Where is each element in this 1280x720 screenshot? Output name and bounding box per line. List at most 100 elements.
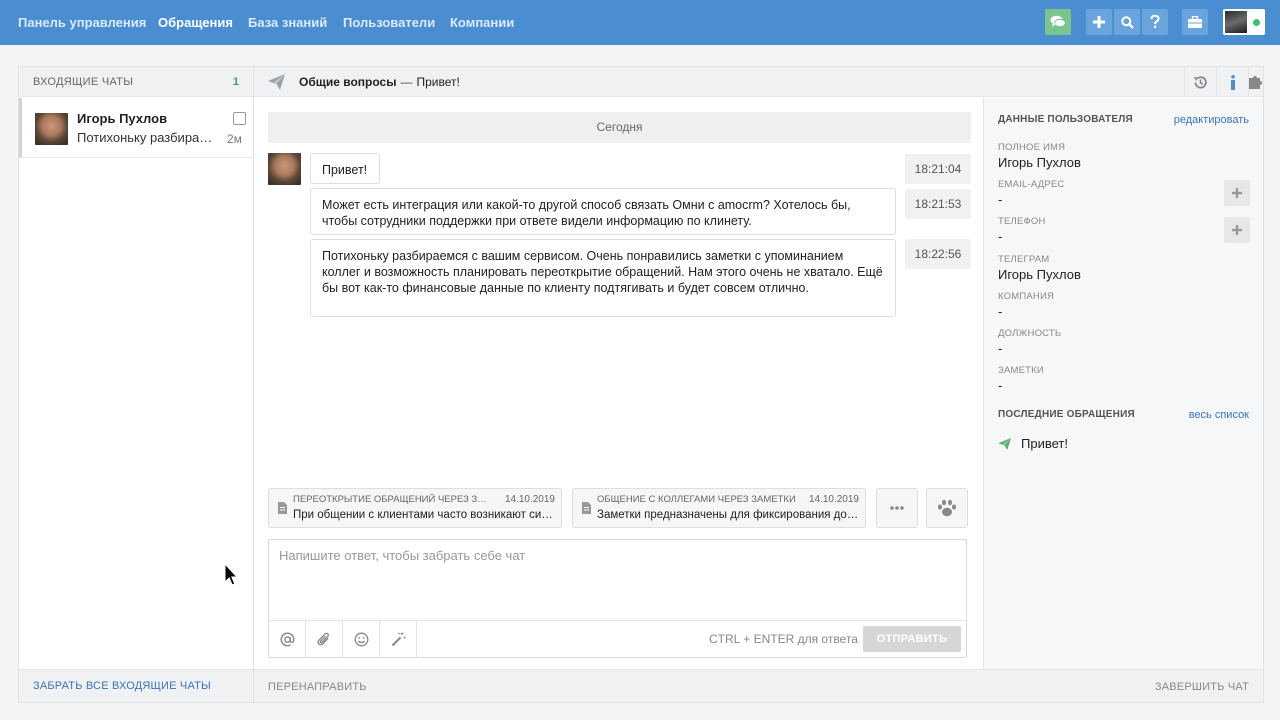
incoming-chats-count: 1 xyxy=(232,76,239,88)
plus-icon xyxy=(1093,16,1105,28)
day-divider: Сегодня xyxy=(268,112,971,143)
search-icon xyxy=(1120,15,1134,29)
chat-toggle-button[interactable] xyxy=(1045,9,1071,35)
recent-ticket-item[interactable]: Привет! xyxy=(998,436,1068,451)
field-label: ДОЛЖНОСТЬ xyxy=(998,328,1062,339)
recent-ticket-subject: Привет! xyxy=(1021,436,1068,451)
help-button[interactable] xyxy=(1142,9,1168,35)
template-date: 14.10.2019 xyxy=(808,494,859,505)
field-label: ПОЛНОЕ ИМЯ xyxy=(998,142,1066,153)
message-bubble: Потихоньку разбираемся с вашим сервисом.… xyxy=(310,239,896,317)
incoming-chats-panel: ВХОДЯЩИЕ ЧАТЫ 1 Игорь Пухлов Потихоньку … xyxy=(19,67,254,702)
field-value: - xyxy=(998,341,1003,356)
edit-user-link[interactable]: редактировать xyxy=(1174,114,1249,126)
paper-plane-icon xyxy=(998,437,1011,450)
field-value: - xyxy=(998,192,1003,207)
avatar xyxy=(1225,11,1247,33)
info-icon xyxy=(1230,74,1235,90)
incoming-chats-title: ВХОДЯЩИЕ ЧАТЫ xyxy=(33,76,134,88)
nav-dashboard[interactable]: Панель управления xyxy=(18,15,146,30)
ellipsis-icon xyxy=(890,506,904,510)
search-button[interactable] xyxy=(1114,9,1140,35)
template-title: ПЕРЕОТКРЫТИЕ ОБРАЩЕНИЙ ЧЕРЕЗ ЗА… xyxy=(293,494,493,505)
message-bubble: Может есть интеграция или какой-то друго… xyxy=(310,188,896,235)
send-button[interactable]: ОТПРАВИТЬ xyxy=(863,626,961,652)
chat-select-checkbox[interactable] xyxy=(233,112,246,125)
send-shortcut-hint: CTRL + ENTER для ответа xyxy=(709,632,858,646)
chat-time: 2м xyxy=(227,132,242,146)
info-button[interactable] xyxy=(1216,67,1248,97)
paw-button[interactable] xyxy=(926,488,968,528)
paper-plane-icon xyxy=(268,74,285,90)
close-chat-link[interactable]: ЗАВЕРШИТЬ ЧАТ xyxy=(1155,681,1249,693)
puzzle-icon xyxy=(1249,76,1262,89)
template-text: Заметки предназначены для фиксирования д… xyxy=(597,509,859,521)
attach-button[interactable] xyxy=(306,621,343,657)
field-value: - xyxy=(998,229,1003,244)
take-all-chats-link[interactable]: ЗАБРАТЬ ВСЕ ВХОДЯЩИЕ ЧАТЫ xyxy=(33,680,211,692)
workspace-button[interactable] xyxy=(1182,9,1208,35)
magic-wand-icon xyxy=(391,632,405,646)
message-time: 18:21:04 xyxy=(905,154,971,184)
history-icon xyxy=(1193,75,1207,89)
profile-menu[interactable] xyxy=(1223,9,1265,35)
at-icon xyxy=(280,631,295,646)
template-card[interactable]: ПЕРЕОТКРЫТИЕ ОБРАЩЕНИЙ ЧЕРЕЗ ЗА… 14.10.2… xyxy=(268,488,562,528)
field-label: ЗАМЕТКИ xyxy=(998,365,1044,376)
avatar xyxy=(35,113,68,145)
mouse-cursor-icon xyxy=(224,563,238,586)
field-value: - xyxy=(998,304,1003,319)
help-icon xyxy=(1150,15,1160,28)
paperclip-icon xyxy=(317,632,329,645)
paw-icon xyxy=(938,499,956,517)
reply-composer[interactable]: Напишите ответ, чтобы забрать себе чат C… xyxy=(268,539,967,658)
redirect-link[interactable]: ПЕРЕНАПРАВИТЬ xyxy=(268,681,367,693)
recent-tickets-title: ПОСЛЕДНИЕ ОБРАЩЕНИЯ xyxy=(998,409,1135,420)
field-label: EMAIL-АДРЕС xyxy=(998,179,1065,190)
nav-companies[interactable]: Компании xyxy=(450,15,514,30)
document-icon xyxy=(582,502,591,514)
conversation-channel: Общие вопросы xyxy=(299,75,397,89)
template-card[interactable]: ОБЩЕНИЕ С КОЛЛЕГАМИ ЧЕРЕЗ ЗАМЕТКИ 14.10.… xyxy=(572,488,866,528)
template-date: 14.10.2019 xyxy=(504,494,555,505)
nav-tickets[interactable]: Обращения xyxy=(158,15,233,30)
smile-icon xyxy=(354,632,368,646)
chat-contact-name: Игорь Пухлов xyxy=(77,111,168,126)
nav-knowledge-base[interactable]: База знаний xyxy=(248,15,327,30)
conversation-header: Общие вопросы — Привет! xyxy=(254,67,1263,97)
field-label: КОМПАНИЯ xyxy=(998,291,1055,302)
integrations-button[interactable] xyxy=(1248,67,1263,97)
message-bubble: Привет! xyxy=(310,153,380,184)
document-icon xyxy=(278,502,287,514)
reply-input-placeholder[interactable]: Напишите ответ, чтобы забрать себе чат xyxy=(279,548,525,563)
add-phone-button[interactable] xyxy=(1224,217,1250,243)
incoming-chats-header: ВХОДЯЩИЕ ЧАТЫ 1 xyxy=(19,67,253,97)
conversation-footer: ПЕРЕНАПРАВИТЬ ЗАВЕРШИТЬ ЧАТ xyxy=(254,669,1263,702)
composer-toolbar: CTRL + ENTER для ответа ОТПРАВИТЬ xyxy=(269,620,966,657)
nav-users[interactable]: Пользователи xyxy=(343,15,435,30)
all-tickets-link[interactable]: весь список xyxy=(1189,409,1249,421)
main-frame: ВХОДЯЩИЕ ЧАТЫ 1 Игорь Пухлов Потихоньку … xyxy=(18,66,1264,703)
add-email-button[interactable] xyxy=(1224,180,1250,206)
field-value: Игорь Пухлов xyxy=(998,267,1081,282)
field-label: ТЕЛЕГРАМ xyxy=(998,254,1050,265)
emoji-button[interactable] xyxy=(343,621,380,657)
template-text: При общении с клиентами часто возникают … xyxy=(293,509,555,521)
message-time: 18:22:56 xyxy=(905,239,971,269)
online-status-indicator xyxy=(1253,19,1260,26)
field-label: ТЕЛЕФОН xyxy=(998,216,1046,227)
user-details-panel: ДАННЫЕ ПОЛЬЗОВАТЕЛЯ редактировать ПОЛНОЕ… xyxy=(983,98,1263,669)
mention-button[interactable] xyxy=(269,621,306,657)
template-title: ОБЩЕНИЕ С КОЛЛЕГАМИ ЧЕРЕЗ ЗАМЕТКИ xyxy=(597,494,796,505)
field-value: Игорь Пухлов xyxy=(998,155,1081,170)
conversation-subject: Привет! xyxy=(416,75,460,89)
plus-icon xyxy=(1232,188,1242,198)
more-templates-button[interactable] xyxy=(876,488,918,528)
title-separator: — xyxy=(400,75,413,89)
chat-list-item[interactable]: Игорь Пухлов Потихоньку разбирае… 2м xyxy=(19,98,253,158)
top-navigation-bar: Панель управления Обращения База знаний … xyxy=(0,0,1280,45)
history-button[interactable] xyxy=(1184,67,1216,97)
magic-wand-button[interactable] xyxy=(380,621,417,657)
take-all-chats-bar: ЗАБРАТЬ ВСЕ ВХОДЯЩИЕ ЧАТЫ xyxy=(19,669,253,702)
create-button[interactable] xyxy=(1086,9,1112,35)
